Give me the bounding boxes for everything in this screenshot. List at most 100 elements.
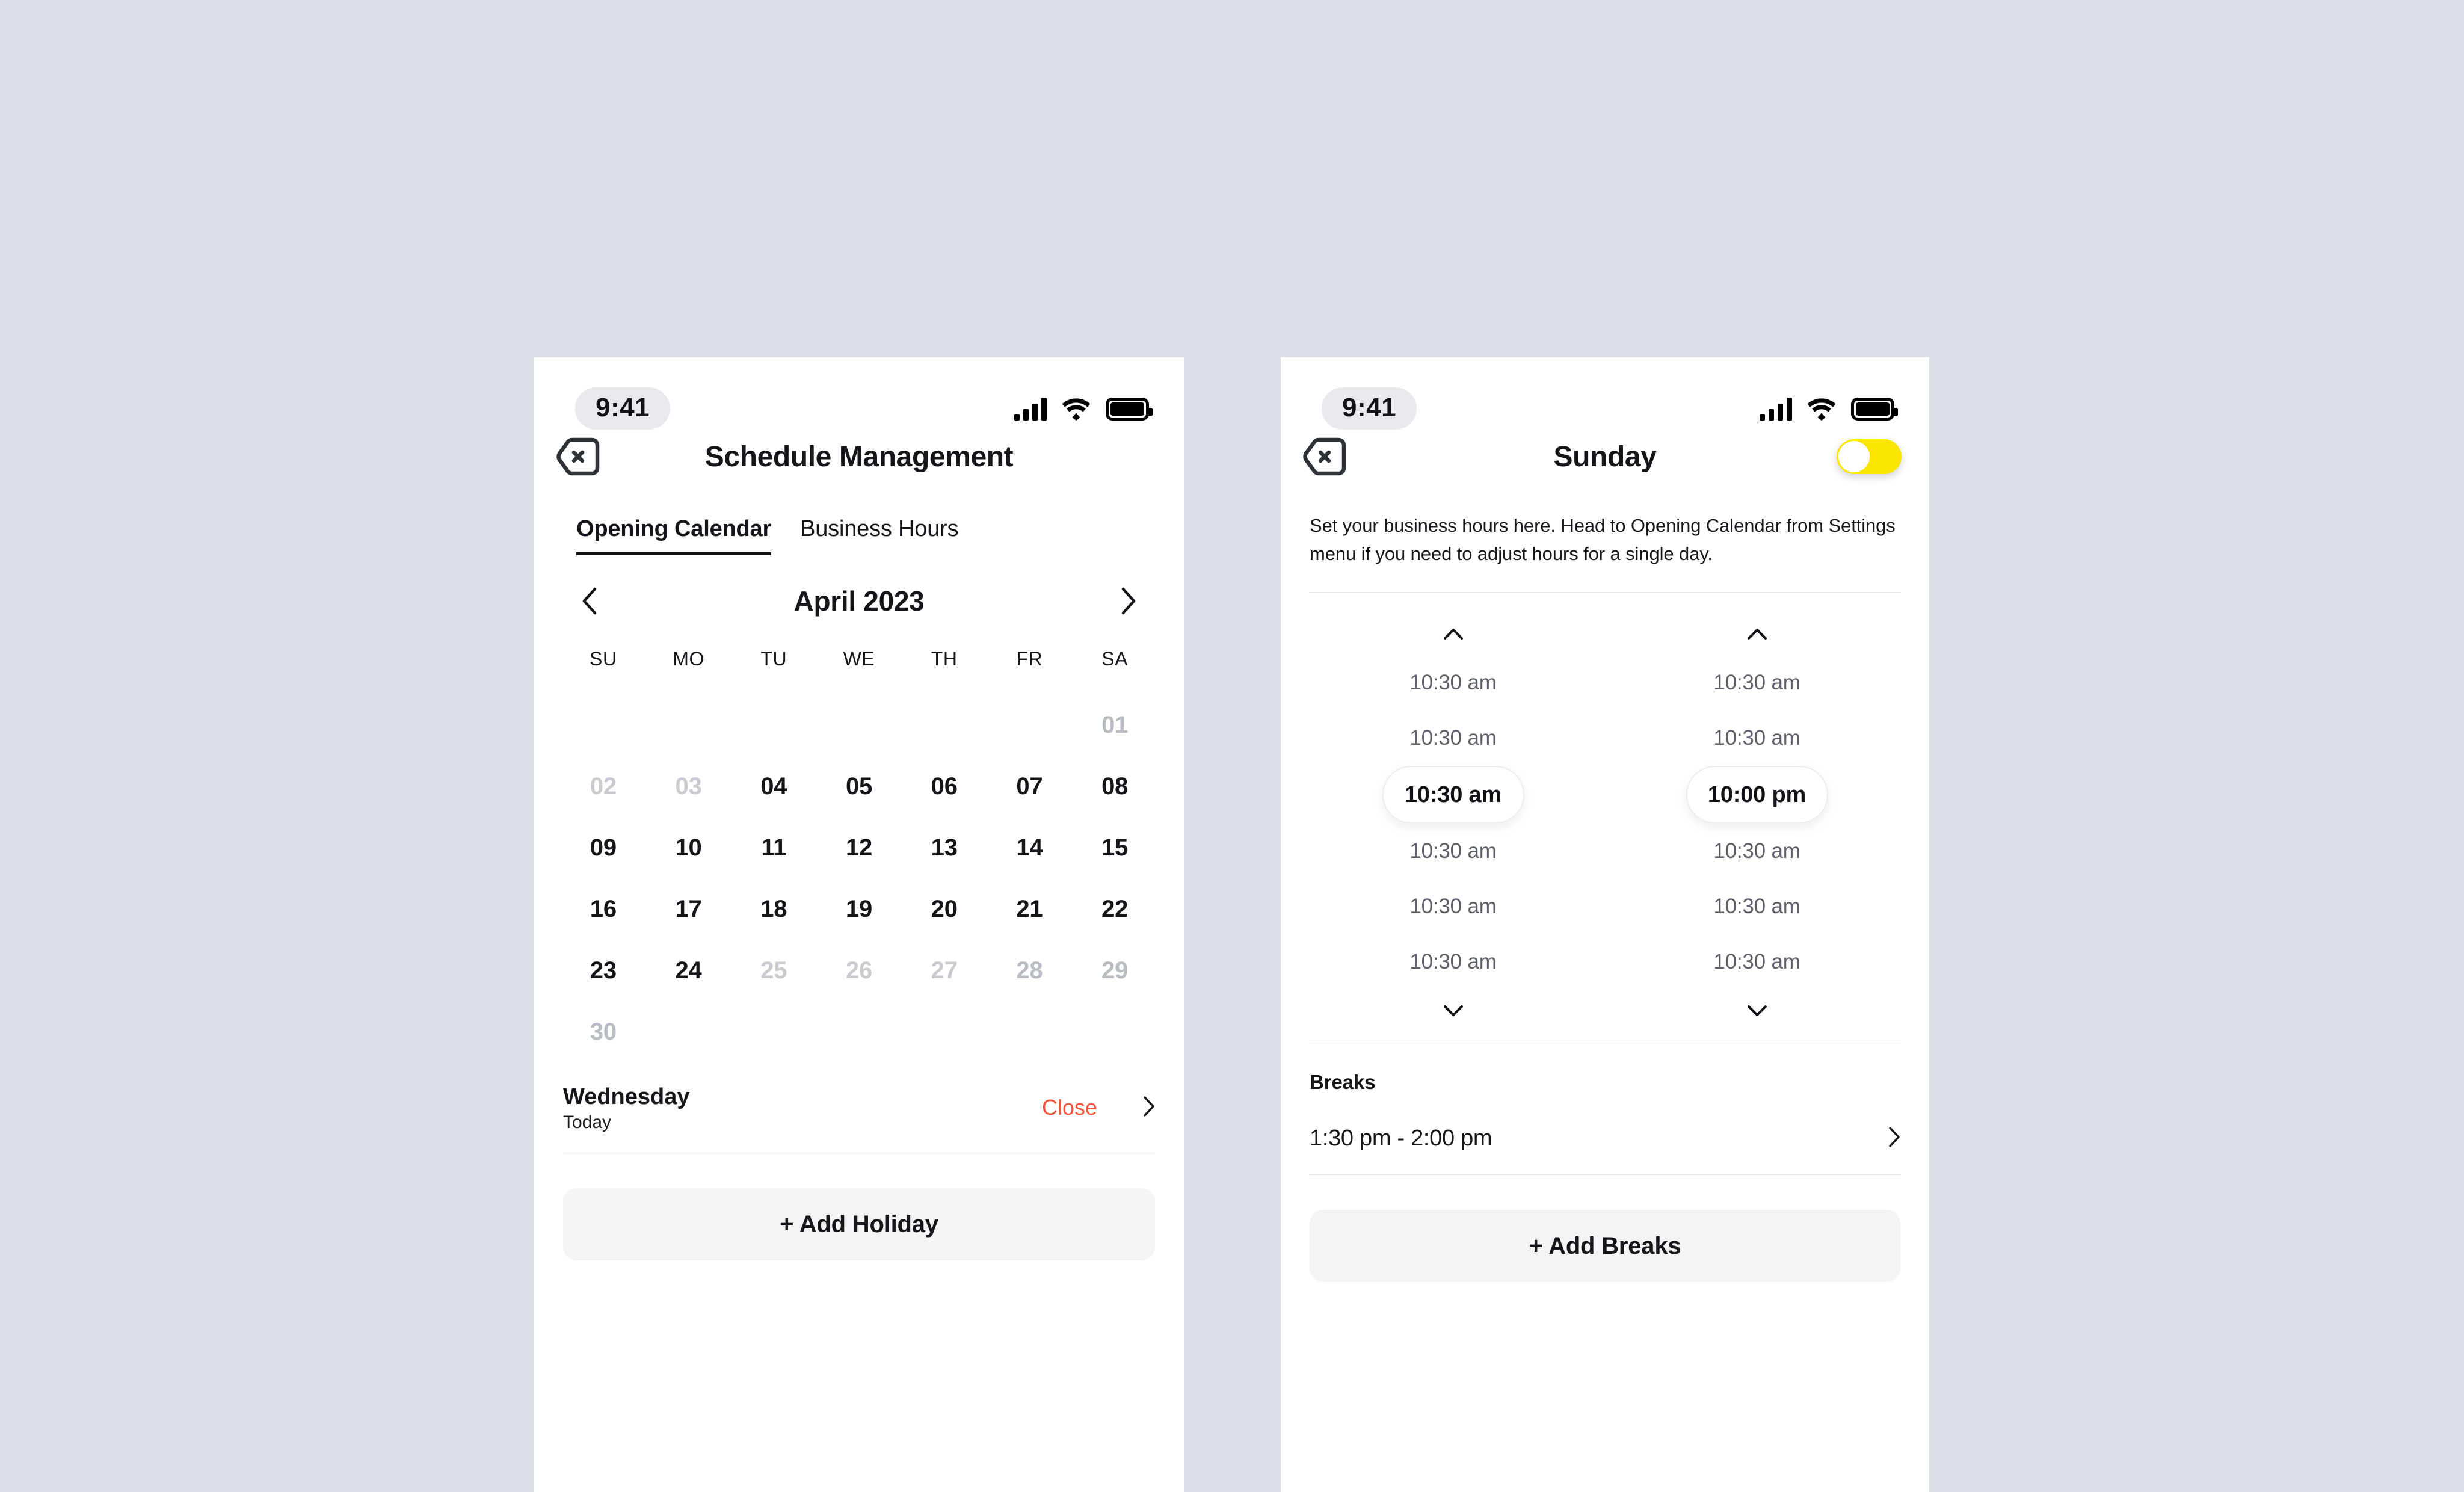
tab-bar: Opening Calendar Business Hours [534, 493, 1184, 555]
open-time-column[interactable]: 10:30 am 10:30 am 10:30 am 10:30 am 10:3… [1301, 613, 1605, 1032]
calendar-day[interactable]: 02 [561, 756, 646, 817]
calendar-day[interactable]: 10 [646, 817, 732, 878]
calendar-day[interactable]: 21 [987, 878, 1073, 940]
calendar-day-empty [987, 694, 1073, 756]
description-text: Set your business hours here. Head to Op… [1310, 515, 1896, 565]
calendar-day[interactable]: 08 [1072, 756, 1157, 817]
wifi-icon [1806, 398, 1837, 421]
time-option[interactable]: 10:30 am [1301, 711, 1605, 766]
selected-day-row[interactable]: Wednesday Today Close [534, 1062, 1184, 1139]
calendar: SU MO TU WE TH FR SA 01 02 03 04 05 06 07 08 09 1… [534, 619, 1184, 1062]
break-list-item[interactable]: 1:30 pm - 2:00 pm [1281, 1102, 1929, 1174]
calendar-day[interactable]: 17 [646, 878, 732, 940]
calendar-day-empty [1072, 1001, 1157, 1062]
add-breaks-button[interactable]: + Add Breaks [1310, 1210, 1900, 1283]
weekday-header: MO [673, 648, 704, 670]
status-bar: 9:41 [534, 357, 1184, 430]
status-badge[interactable]: Close [1042, 1095, 1097, 1120]
time-option[interactable]: 10:30 am [1605, 824, 1909, 879]
time-option[interactable]: 10:30 am [1301, 824, 1605, 879]
status-bar-clock: 9:41 [1322, 387, 1417, 430]
wifi-icon [1061, 398, 1091, 421]
phone-screen-sunday-hours: 9:41 Sunday Set your business hours here… [1281, 357, 1929, 1492]
calendar-day[interactable]: 22 [1072, 878, 1157, 940]
weekday-header: TU [760, 648, 787, 670]
calendar-day[interactable]: 14 [987, 817, 1073, 878]
calendar-day[interactable]: 25 [731, 940, 816, 1001]
chevron-left-icon[interactable] [571, 583, 608, 619]
calendar-day[interactable]: 26 [816, 940, 902, 1001]
weekday-header: TH [931, 648, 958, 670]
time-option[interactable]: 10:30 am [1301, 934, 1605, 990]
calendar-day[interactable]: 07 [987, 756, 1073, 817]
chevron-down-icon[interactable] [1747, 990, 1767, 1032]
calendar-day[interactable]: 19 [816, 878, 902, 940]
calendar-day[interactable]: 28 [987, 940, 1073, 1001]
tab-business-hours[interactable]: Business Hours [800, 516, 959, 555]
signal-bars-icon [1014, 398, 1047, 421]
status-bar-clock: 9:41 [575, 387, 671, 430]
month-label: April 2023 [793, 585, 925, 617]
time-option[interactable]: 10:30 am [1605, 879, 1909, 934]
chevron-right-icon[interactable] [1888, 1127, 1900, 1150]
calendar-day[interactable]: 15 [1072, 817, 1157, 878]
selected-day-name: Wednesday [563, 1084, 690, 1109]
calendar-day[interactable]: 03 [646, 756, 732, 817]
calendar-day[interactable]: 20 [902, 878, 987, 940]
time-option-selected[interactable]: 10:30 am [1382, 766, 1524, 824]
time-option[interactable]: 10:30 am [1605, 711, 1909, 766]
tab-label: Opening Calendar [576, 516, 772, 541]
calendar-day[interactable]: 27 [902, 940, 987, 1001]
calendar-day[interactable]: 04 [731, 756, 816, 817]
calendar-day[interactable]: 13 [902, 817, 987, 878]
time-option[interactable]: 10:30 am [1605, 655, 1909, 711]
calendar-day[interactable]: 30 [561, 1001, 646, 1062]
nav-bar: Schedule Management [534, 428, 1184, 493]
calendar-day-empty [902, 694, 987, 756]
close-time-column[interactable]: 10:30 am 10:30 am 10:00 pm 10:30 am 10:3… [1605, 613, 1909, 1032]
calendar-day[interactable]: 09 [561, 817, 646, 878]
break-time-range: 1:30 pm - 2:00 pm [1310, 1125, 1492, 1151]
add-holiday-button[interactable]: + Add Holiday [563, 1188, 1155, 1260]
calendar-day[interactable]: 29 [1072, 940, 1157, 1001]
calendar-day-empty [561, 694, 646, 756]
calendar-day[interactable]: 06 [902, 756, 987, 817]
month-navigation: April 2023 [534, 555, 1184, 619]
time-option[interactable]: 10:30 am [1301, 655, 1605, 711]
status-bar-icons [1760, 392, 1898, 421]
phone-screen-schedule-management: 9:41 Schedule Management Opening Calenda… [534, 357, 1184, 1492]
calendar-day-empty [987, 1001, 1073, 1062]
calendar-day[interactable]: 05 [816, 756, 902, 817]
calendar-day-empty [646, 1001, 732, 1062]
selected-day-subtitle: Today [563, 1112, 612, 1133]
calendar-day[interactable]: 16 [561, 878, 646, 940]
calendar-day[interactable]: 18 [731, 878, 816, 940]
battery-icon [1851, 398, 1898, 421]
nav-bar: Sunday [1281, 428, 1929, 493]
chevron-up-icon[interactable] [1443, 613, 1464, 655]
chevron-down-icon[interactable] [1443, 990, 1464, 1032]
calendar-day[interactable]: 01 [1072, 694, 1157, 756]
time-picker: 10:30 am 10:30 am 10:30 am 10:30 am 10:3… [1281, 613, 1929, 1032]
battery-icon [1106, 398, 1153, 421]
weekday-header: WE [843, 648, 875, 670]
tab-opening-calendar[interactable]: Opening Calendar [576, 516, 771, 555]
calendar-day[interactable]: 24 [646, 940, 732, 1001]
weekday-header: SU [590, 648, 617, 670]
chevron-right-icon[interactable] [1143, 1096, 1155, 1120]
calendar-grid: 01 02 03 04 05 06 07 08 09 10 11 12 13 14 15 16 17 18 19 20… [561, 694, 1157, 1062]
calendar-day-empty [731, 694, 816, 756]
status-bar: 9:41 [1281, 357, 1929, 430]
chevron-right-icon[interactable] [1110, 583, 1147, 619]
chevron-up-icon[interactable] [1747, 613, 1767, 655]
divider [1310, 592, 1900, 593]
breaks-section-title: Breaks [1310, 1071, 1376, 1094]
day-enabled-toggle[interactable] [1837, 439, 1902, 474]
calendar-day[interactable]: 11 [731, 817, 816, 878]
page-title: Schedule Management [704, 441, 1014, 473]
time-option[interactable]: 10:30 am [1301, 879, 1605, 934]
time-option[interactable]: 10:30 am [1605, 934, 1909, 990]
calendar-day[interactable]: 12 [816, 817, 902, 878]
time-option-selected[interactable]: 10:00 pm [1686, 766, 1828, 824]
calendar-day[interactable]: 23 [561, 940, 646, 1001]
